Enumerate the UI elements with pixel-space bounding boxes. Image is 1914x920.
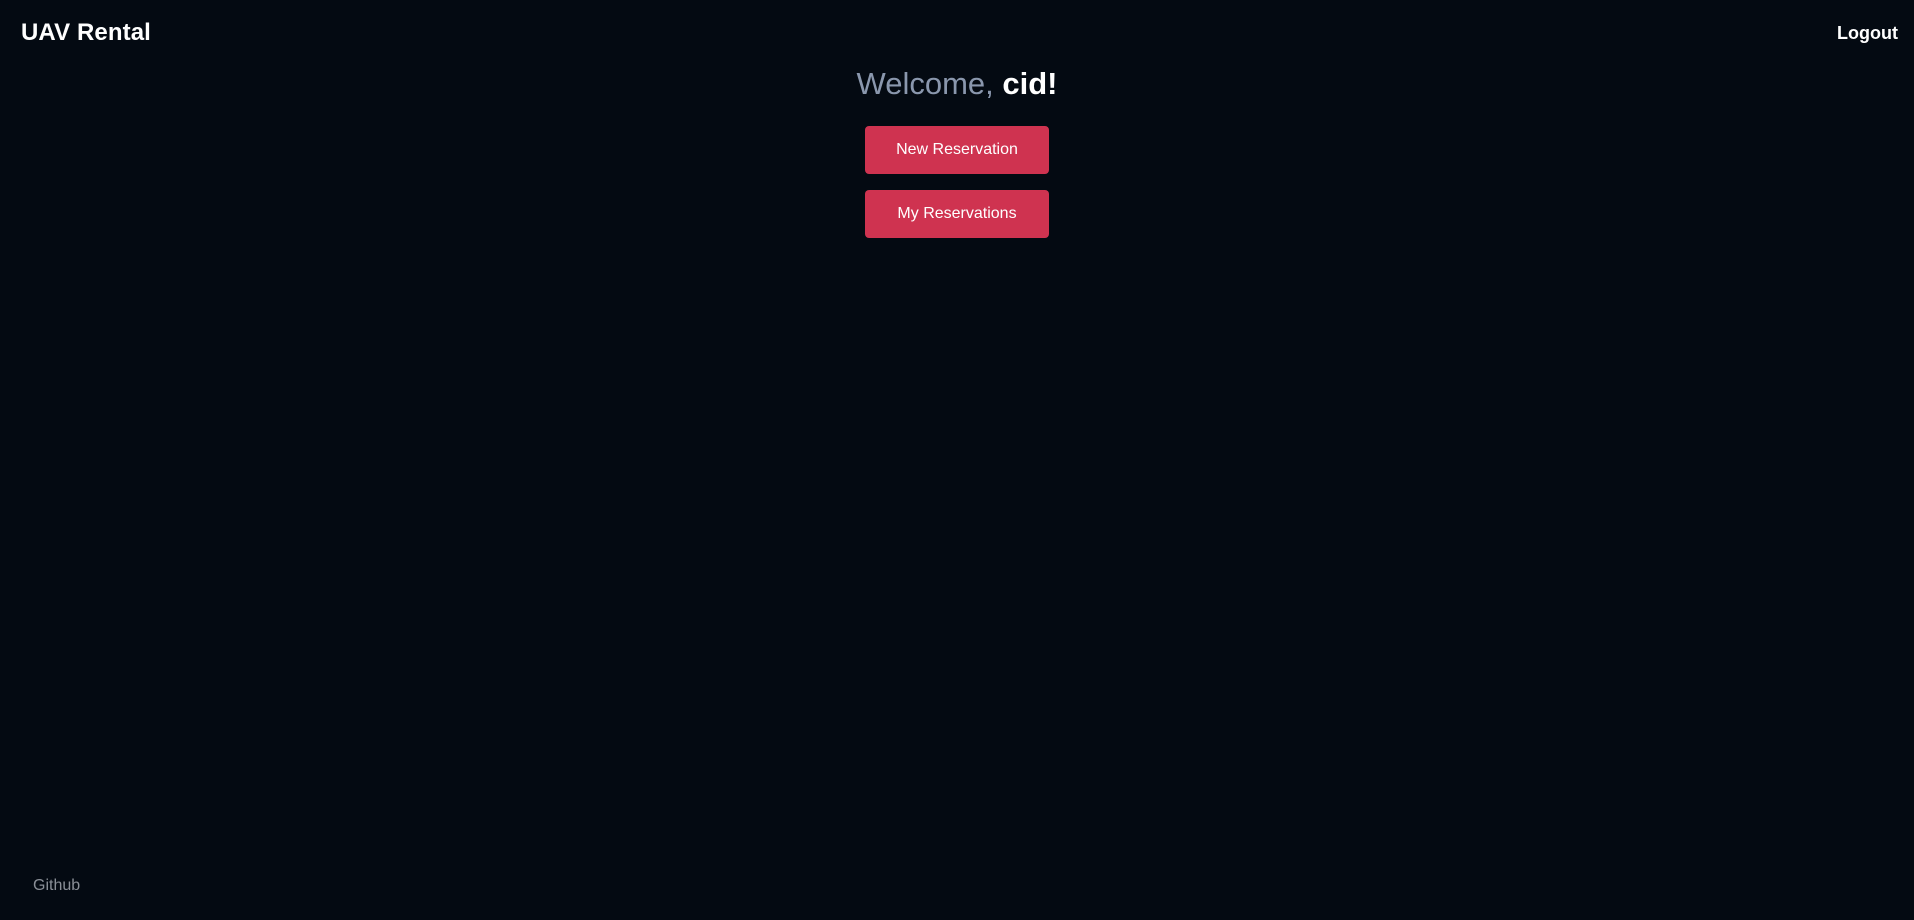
welcome-heading: Welcome, cid! [857, 64, 1058, 104]
footer: Github [33, 877, 80, 895]
my-reservations-button[interactable]: My Reservations [865, 190, 1049, 238]
welcome-username: cid [1002, 66, 1048, 101]
new-reservation-button[interactable]: New Reservation [865, 126, 1049, 174]
dashboard-main: Welcome, cid! New Reservation My Reserva… [0, 64, 1914, 238]
logout-link[interactable]: Logout [1837, 23, 1898, 44]
welcome-prefix: Welcome, [856, 66, 1003, 101]
github-link[interactable]: Github [33, 877, 80, 894]
brand-link[interactable]: UAV Rental [21, 19, 151, 47]
welcome-suffix: ! [1047, 66, 1058, 101]
page: UAV Rental Logout Welcome, cid! New Rese… [0, 0, 1914, 920]
top-navbar: UAV Rental Logout [0, 0, 1914, 66]
